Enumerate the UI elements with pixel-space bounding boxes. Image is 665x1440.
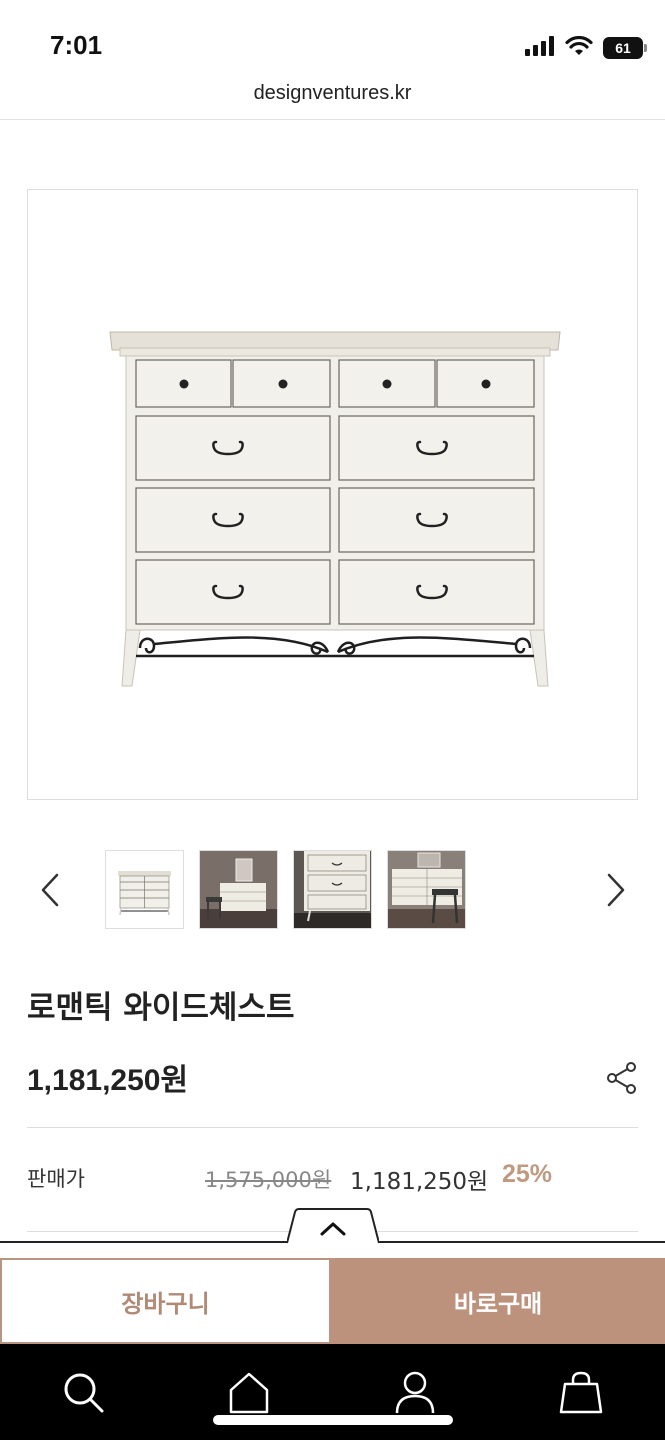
divider [27,1127,638,1128]
product-main-image[interactable] [27,189,638,800]
home-indicator [213,1415,453,1425]
cellular-signal-icon [525,36,555,60]
chest-illustration [109,331,561,687]
chest-front-thumbnail[interactable] [105,850,184,929]
price-label: 판매가 [27,1167,85,1191]
chevron-right-icon[interactable] [596,868,636,912]
user-icon[interactable] [391,1368,439,1416]
status-time: 7:01 [50,30,103,60]
bottom-navigation [0,1344,665,1440]
chest-drawer-closeup-thumbnail[interactable] [293,850,372,929]
product-title: 로맨틱 와이드체스트 [27,990,295,1026]
thumbnail-carousel [0,850,665,930]
share-icon[interactable] [604,1060,640,1096]
chest-with-stool-thumbnail[interactable] [387,850,466,929]
status-bar: 7:01 61 [0,0,665,78]
address-bar[interactable]: designventures.kr [0,78,665,120]
product-price: 1,181,250원 [27,1064,189,1097]
chest-room-thumbnail[interactable] [199,850,278,929]
buy-now-button[interactable]: 바로구매 [331,1258,665,1344]
add-to-cart-button[interactable]: 장바구니 [0,1258,331,1344]
shopping-bag-icon[interactable] [557,1368,605,1416]
discount-rate: 25% [502,1160,553,1188]
status-icons: 61 [525,35,647,60]
home-icon[interactable] [225,1368,273,1416]
chevron-left-icon[interactable] [30,868,70,912]
sale-price: 1,181,250원 [350,1169,489,1195]
battery-icon: 61 [603,37,647,59]
original-price: 1,575,000원 [205,1168,332,1192]
collapse-tab[interactable] [286,1208,380,1245]
chevron-up-icon [320,1222,346,1236]
url-text[interactable]: designventures.kr [254,82,412,104]
purchase-actions: 장바구니 바로구매 [0,1258,665,1344]
search-icon[interactable] [59,1368,107,1416]
wifi-icon [565,35,593,60]
